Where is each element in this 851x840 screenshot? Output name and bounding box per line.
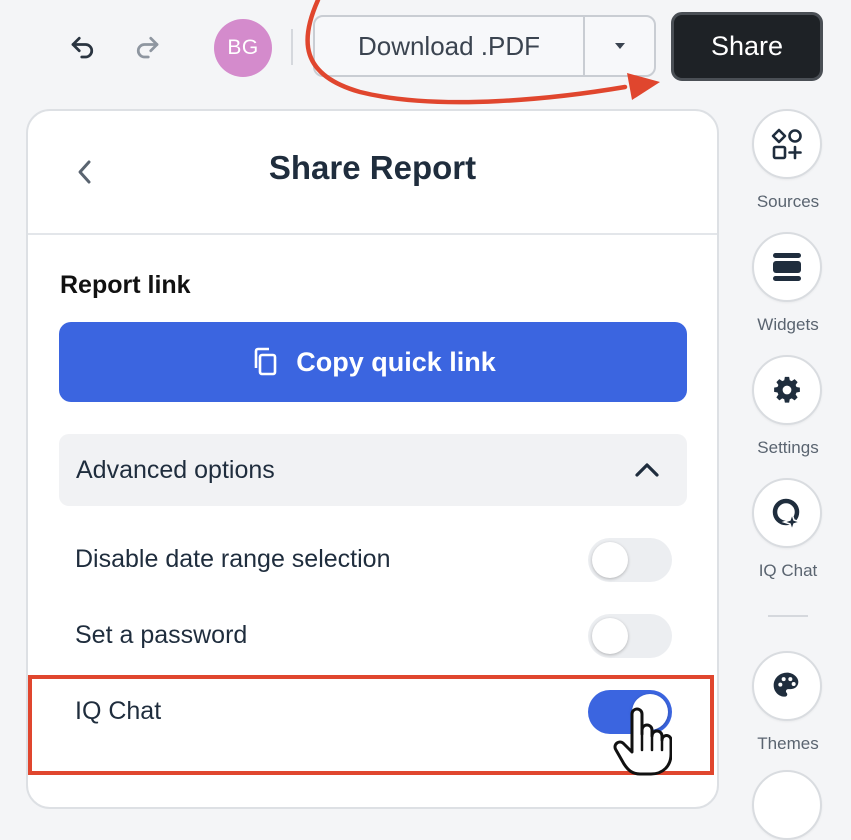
toolbar-divider xyxy=(291,29,293,65)
share-button[interactable]: Share xyxy=(671,12,823,81)
widgets-icon xyxy=(773,253,801,281)
report-link-heading: Report link xyxy=(60,271,191,299)
sources-label: Sources xyxy=(756,192,820,211)
iq-chat-button[interactable] xyxy=(752,478,822,548)
settings-button[interactable] xyxy=(752,355,822,425)
toggle-knob xyxy=(592,542,628,578)
download-group: Download .PDF xyxy=(313,15,656,77)
themes-button[interactable] xyxy=(752,651,822,721)
avatar[interactable]: BG xyxy=(214,19,272,77)
themes-label: Themes xyxy=(757,734,819,753)
redo-button[interactable] xyxy=(130,30,164,64)
disable-date-range-toggle[interactable] xyxy=(588,538,672,582)
advanced-options-toggle[interactable]: Advanced options xyxy=(59,434,687,506)
copy-icon xyxy=(254,347,277,376)
undo-icon xyxy=(71,36,94,59)
undo-button[interactable] xyxy=(66,30,100,64)
download-options-button[interactable] xyxy=(585,17,654,75)
chevron-up-icon xyxy=(633,456,661,484)
option-label-set-password: Set a password xyxy=(75,621,248,649)
rail-more-button[interactable] xyxy=(752,770,822,840)
toggle-knob xyxy=(592,618,628,654)
gear-icon xyxy=(774,376,800,403)
redo-icon xyxy=(136,36,159,59)
advanced-options-label: Advanced options xyxy=(76,456,275,484)
download-pdf-button[interactable]: Download .PDF xyxy=(315,17,585,75)
widgets-button[interactable] xyxy=(752,232,822,302)
palette-icon xyxy=(773,672,799,697)
page-title: Share Report xyxy=(268,149,477,186)
copy-quick-link-button[interactable]: Copy quick link xyxy=(59,322,687,402)
iq-chat-rail-label: IQ Chat xyxy=(758,561,818,580)
sources-icon xyxy=(771,128,802,160)
sources-button[interactable] xyxy=(752,109,822,179)
iq-chat-icon xyxy=(772,498,803,531)
copy-quick-link-label: Copy quick link xyxy=(296,346,496,377)
rail-divider xyxy=(768,615,808,617)
option-label-disable-date-range: Disable date range selection xyxy=(75,545,391,573)
panel-header: Share Report xyxy=(28,111,717,235)
set-password-toggle[interactable] xyxy=(588,614,672,658)
toggle-knob xyxy=(632,694,668,730)
share-report-panel: Share Report Report link Copy quick link… xyxy=(26,109,719,809)
settings-label: Settings xyxy=(757,438,819,457)
iq-chat-toggle[interactable] xyxy=(588,690,672,734)
widgets-label: Widgets xyxy=(757,315,819,334)
caret-down-icon xyxy=(614,43,625,49)
option-label-iq-chat: IQ Chat xyxy=(75,697,162,725)
